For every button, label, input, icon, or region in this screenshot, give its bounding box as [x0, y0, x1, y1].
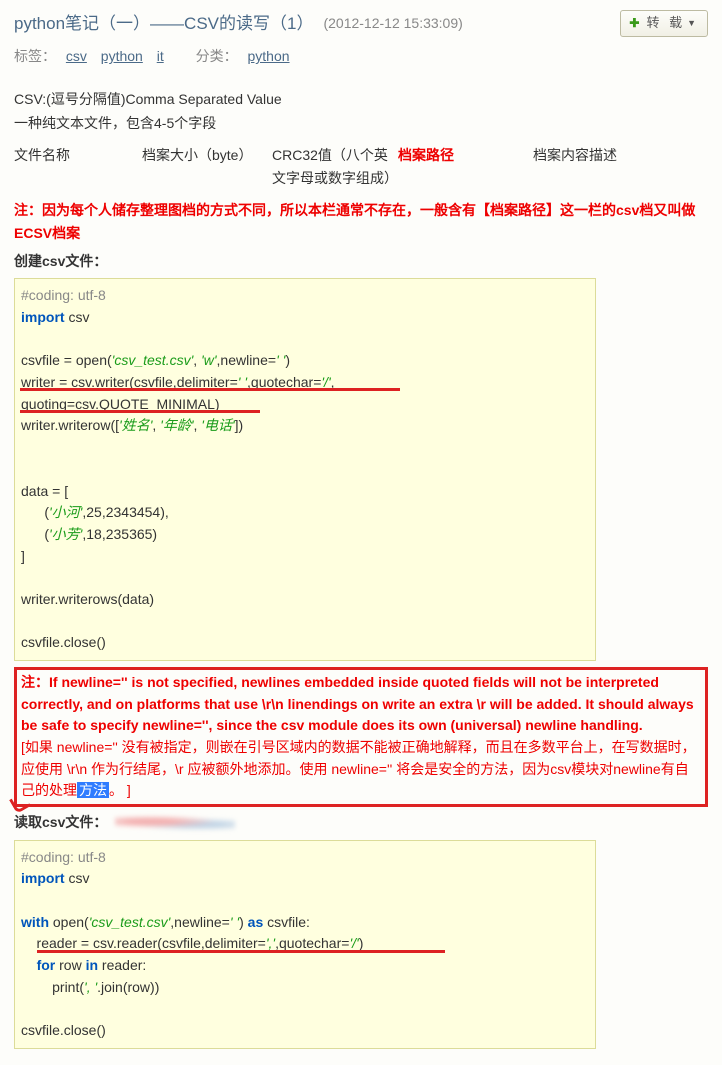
category-label: 分类： — [196, 48, 238, 64]
code-line: writer.writerow(['姓名', '年龄', '电话']) — [21, 415, 589, 437]
repost-label: 转 载 — [646, 13, 685, 34]
code-line: #coding: utf-8 — [21, 847, 589, 869]
category-link[interactable]: python — [248, 48, 290, 64]
page-title: python笔记（一）——CSV的读写（1） — [14, 10, 313, 37]
code-line: ] — [21, 546, 589, 568]
code-block-read: #coding: utf-8 import csv with open('csv… — [14, 840, 596, 1049]
code-line: writer.writerows(data) — [21, 589, 589, 611]
tag-it[interactable]: it — [157, 48, 164, 64]
post-date: (2012-12-12 15:33:09) — [323, 12, 620, 34]
code-line: #coding: utf-8 — [21, 285, 589, 307]
note-english: 注：If newline='' is not specified, newlin… — [21, 674, 694, 733]
code-block-create: #coding: utf-8 import csv csvfile = open… — [14, 278, 596, 661]
code-line: import csv — [21, 868, 589, 890]
note-chinese: [如果 newline='' 没有被指定，则嵌在引号区域内的数据不能被正确地解释… — [21, 739, 696, 798]
code-line: csvfile.close() — [21, 632, 589, 654]
code-line: ('小芳',18,235365) — [21, 524, 589, 546]
section-read: 读取csv文件： — [14, 811, 708, 833]
col-crc32: CRC32值（八个英文字母或数字组成） — [272, 144, 398, 189]
red-underline-icon — [20, 388, 400, 391]
code-line: csvfile.close() — [21, 1020, 589, 1042]
code-line: print(', '.join(row)) — [21, 977, 589, 999]
code-line: data = [ — [21, 481, 589, 503]
redaction-smudge-icon — [115, 816, 235, 830]
field-columns: 文件名称 档案大小（byte） CRC32值（八个英文字母或数字组成） 档案路径… — [14, 144, 708, 189]
col-path: 档案路径 — [398, 144, 533, 189]
red-underline-icon — [37, 950, 445, 953]
meta-row: 标签： csv python it 分类： python — [14, 45, 708, 67]
tag-python[interactable]: python — [101, 48, 143, 64]
code-line: with open('csv_test.csv',newline=' ') as… — [21, 912, 589, 934]
col-filename: 文件名称 — [14, 144, 142, 189]
code-line: ('小河',25,2343454), — [21, 502, 589, 524]
intro-line-1: CSV:(逗号分隔值)Comma Separated Value — [14, 88, 708, 110]
tags-label: 标签： — [14, 48, 56, 64]
plus-icon: ✚ — [629, 14, 642, 33]
code-line: for row in reader: — [21, 955, 589, 977]
code-line: import csv — [21, 307, 589, 329]
newline-note: 注：If newline='' is not specified, newlin… — [14, 667, 708, 807]
repost-button[interactable]: ✚ 转 载 ▼ — [620, 10, 708, 37]
warning-note: 注：因为每个人储存整理图档的方式不同，所以本栏通常不存在，一般含有【档案路径】这… — [14, 199, 708, 244]
section-create: 创建csv文件： — [14, 250, 708, 272]
highlighted-word: 方法 — [77, 782, 109, 798]
dropdown-arrow-icon: ▼ — [687, 16, 699, 30]
col-desc: 档案内容描述 — [533, 144, 617, 189]
tag-csv[interactable]: csv — [66, 48, 87, 64]
code-line: csvfile = open('csv_test.csv', 'w',newli… — [21, 350, 589, 372]
intro-line-2: 一种纯文本文件，包含4-5个字段 — [14, 112, 708, 134]
col-filesize: 档案大小（byte） — [142, 144, 272, 189]
red-underline-icon — [20, 410, 260, 413]
